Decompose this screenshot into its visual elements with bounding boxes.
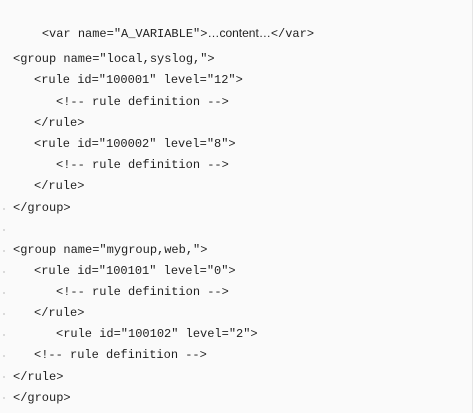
code-line: <rule id="100002" level="8"> [34,137,236,151]
gutter-marker [3,376,5,378]
code-line: <!-- rule definition --> [56,95,229,109]
code-line: </rule> [34,116,85,130]
code-line: <!-- rule definition --> [34,348,207,362]
code-line: </rule> [13,370,64,384]
gutter-marker [3,208,5,210]
gutter-marker [3,250,5,252]
code-line: </group> [13,201,71,215]
var-close-tag: </var> [270,27,315,41]
var-open-tag: <var name="A_VARIABLE"> [41,27,208,41]
gutter-marker [3,334,5,336]
gutter-marker [3,229,5,231]
code-line: </rule> [34,306,85,320]
code-line: <group name="mygroup,web,"> [13,243,208,257]
code-line: <group name="local,syslog,"> [13,52,215,66]
code-line: <rule id="100101" level="0"> [34,264,236,278]
code-line: <!-- rule definition --> [56,285,229,299]
code-line: <rule id="100102" level="2"> [56,327,258,341]
code-block: <var name="A_VARIABLE">…content…</var> <… [0,0,473,413]
gutter-marker [3,313,5,315]
gutter-marker [3,292,5,294]
code-line: <rule id="100001" level="12"> [34,73,243,87]
var-content: …content… [207,26,271,40]
code-line-var: <var name="A_VARIABLE">…content…</var> [13,9,314,41]
code-line: </rule> [34,179,85,193]
code-line: </group> [13,391,71,405]
gutter-marker [3,397,5,399]
gutter-marker [3,271,5,273]
code-line: <!-- rule definition --> [56,158,229,172]
gutter-marker [3,355,5,357]
